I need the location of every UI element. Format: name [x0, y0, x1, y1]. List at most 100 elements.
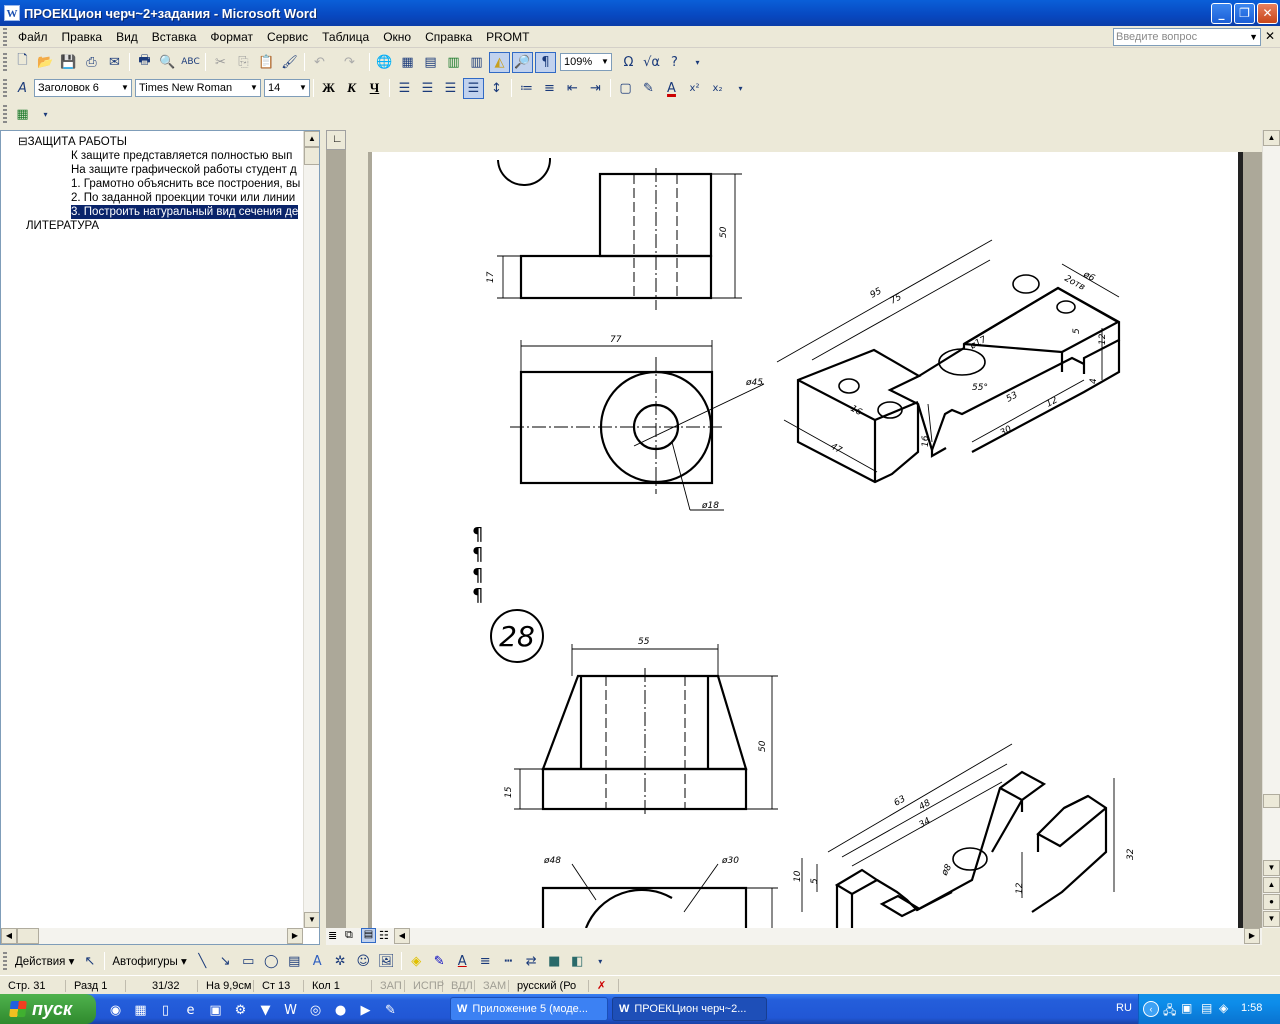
ie-icon[interactable]: e	[180, 1000, 201, 1021]
insert-excel-icon[interactable]: ▥	[443, 52, 464, 73]
scroll-right-icon[interactable]: ▶	[1244, 928, 1260, 944]
font-size-select[interactable]: 14 ▼	[264, 79, 310, 97]
network-icon[interactable]: 🖧	[1163, 1001, 1176, 1022]
language-indicator[interactable]: RU	[1116, 1002, 1132, 1014]
next-page-icon[interactable]: ▼	[1263, 911, 1280, 927]
tab-selector[interactable]: ∟	[326, 130, 346, 150]
oval-icon[interactable]: ◯	[261, 951, 282, 972]
underline-button[interactable]: Ч	[364, 78, 385, 99]
menu-edit[interactable]: Правка	[55, 30, 110, 44]
clock[interactable]: 1:58	[1241, 1002, 1262, 1014]
font-select[interactable]: Times New Roman ▼	[135, 79, 261, 97]
tray-app-icon[interactable]: ◈	[1219, 1001, 1228, 1015]
docmap-item[interactable]: 2. По заданной проекции точки или линии	[71, 191, 295, 205]
toolbar-options-icon[interactable]: ▾	[590, 951, 611, 972]
close-document-icon[interactable]: ✕	[1265, 29, 1275, 43]
align-right-icon[interactable]: ☰	[440, 78, 461, 99]
menu-promt[interactable]: PROMT	[479, 30, 536, 44]
align-left-icon[interactable]: ☰	[394, 78, 415, 99]
quick-launch-icon[interactable]: ⚙	[230, 1000, 251, 1021]
redo-icon[interactable]: ↷	[339, 52, 360, 73]
3d-style-icon[interactable]: ◧	[567, 951, 588, 972]
scroll-down-icon[interactable]: ▼	[1263, 860, 1280, 876]
close-button[interactable]: ✕	[1257, 3, 1278, 24]
email-icon[interactable]: ✉	[104, 52, 125, 73]
tables-borders-icon[interactable]: ▦	[397, 52, 418, 73]
document-page[interactable]: 50 17 77 ø45 ø18 95 75 ø6 2отв ø17 55° 5…	[372, 152, 1238, 928]
format-painter-icon[interactable]: 🖌	[279, 52, 300, 73]
status-ext[interactable]: ВДЛ	[443, 979, 475, 992]
vertical-ruler[interactable]	[346, 152, 368, 928]
docmap-item[interactable]: ЛИТЕРАТУРА	[26, 219, 99, 233]
shadow-style-icon[interactable]: ■	[544, 951, 565, 972]
toolbar-grip[interactable]	[3, 53, 7, 71]
wordart-icon[interactable]: A	[307, 951, 328, 972]
justify-icon[interactable]: ☰	[463, 77, 484, 99]
arrow-icon[interactable]: ↘	[215, 951, 236, 972]
omega-symbol-icon[interactable]: Ω	[618, 52, 639, 73]
word-icon[interactable]: W	[280, 1000, 301, 1021]
scroll-down-icon[interactable]: ▼	[304, 912, 319, 928]
font-color-icon[interactable]: A	[452, 951, 473, 972]
line-style-icon[interactable]: ≡	[475, 951, 496, 972]
scroll-left-icon[interactable]: ◀	[394, 928, 410, 944]
menu-help[interactable]: Справка	[418, 30, 479, 44]
status-ovr[interactable]: ЗАМ	[475, 979, 509, 992]
cut-icon[interactable]: ✂	[210, 52, 231, 73]
docmap-vertical-scrollbar[interactable]: ▲ ▼	[303, 131, 319, 928]
docmap-item[interactable]: 1. Грамотно объяснить все построения, вы	[71, 177, 300, 191]
insert-picture-icon[interactable]: 🖼	[376, 951, 397, 972]
line-color-icon[interactable]: ✎	[429, 951, 450, 972]
zoom-select[interactable]: 109% ▼	[560, 53, 612, 71]
menu-table[interactable]: Таблица	[315, 30, 376, 44]
toolbar-grip[interactable]	[3, 79, 7, 97]
font-color-icon[interactable]: A	[661, 78, 682, 99]
autoshapes-menu[interactable]: Автофигуры ▾	[108, 954, 190, 968]
dash-style-icon[interactable]: ┅	[498, 951, 519, 972]
toolbar-options-icon[interactable]: ▾	[35, 104, 56, 125]
start-button[interactable]: пуск	[0, 994, 96, 1024]
document-map-icon[interactable]: 🔎	[512, 51, 533, 73]
quick-launch-icon[interactable]: ✎	[380, 1000, 401, 1021]
open-folder-icon[interactable]: 📂	[35, 52, 56, 73]
normal-view-icon[interactable]: ≣	[328, 929, 337, 942]
browse-object-icon[interactable]: ●	[1263, 894, 1280, 910]
tray-app-icon[interactable]: ▤	[1201, 1001, 1212, 1015]
spelling-status-icon[interactable]: ✗	[589, 979, 619, 992]
print-preview-icon[interactable]: 🔍	[157, 52, 178, 73]
show-formatting-icon[interactable]: ¶	[535, 51, 556, 73]
formula-icon[interactable]: √α	[641, 52, 662, 73]
columns-icon[interactable]: ▥	[466, 52, 487, 73]
scroll-thumb[interactable]	[17, 928, 39, 944]
hyperlink-icon[interactable]: 🌐	[374, 52, 395, 73]
toolbar-grip[interactable]	[3, 952, 7, 970]
menu-insert[interactable]: Вставка	[145, 30, 204, 44]
menubar-grip[interactable]	[3, 27, 7, 46]
scroll-up-icon[interactable]: ▲	[1263, 130, 1280, 146]
undo-icon[interactable]: ↶	[309, 52, 330, 73]
insert-table-icon[interactable]: ▤	[420, 52, 441, 73]
scroll-thumb[interactable]	[304, 147, 319, 165]
translate-icon[interactable]: ▦	[12, 104, 33, 125]
docmap-item[interactable]: К защите представляется полностью вып	[71, 149, 292, 163]
status-trk[interactable]: ИСПР	[405, 979, 444, 992]
print-layout-icon[interactable]: ▤	[361, 928, 376, 943]
docmap-item[interactable]: На защите графической работы студент д	[71, 163, 297, 177]
numbering-icon[interactable]: ≔	[516, 78, 537, 99]
previous-page-icon[interactable]: ▲	[1263, 877, 1280, 893]
permission-icon[interactable]: ⎙	[81, 52, 102, 73]
quick-launch-icon[interactable]: ▣	[205, 1000, 226, 1021]
line-icon[interactable]: ╲	[192, 951, 213, 972]
scroll-left-icon[interactable]: ◀	[1, 928, 17, 944]
borders-icon[interactable]: ▢	[615, 78, 636, 99]
toolbar-grip[interactable]	[3, 105, 7, 123]
decrease-indent-icon[interactable]: ⇤	[562, 78, 583, 99]
tray-app-icon[interactable]: ▣	[1181, 1001, 1192, 1015]
line-spacing-icon[interactable]: ↕	[486, 78, 507, 99]
align-center-icon[interactable]: ☰	[417, 78, 438, 99]
subscript-icon[interactable]: x₂	[707, 78, 728, 99]
new-document-icon[interactable]: 🗋	[12, 52, 33, 73]
select-objects-icon[interactable]: ↖	[79, 951, 100, 972]
increase-indent-icon[interactable]: ⇥	[585, 78, 606, 99]
help-dropdown-icon[interactable]: ▼	[1249, 29, 1258, 45]
